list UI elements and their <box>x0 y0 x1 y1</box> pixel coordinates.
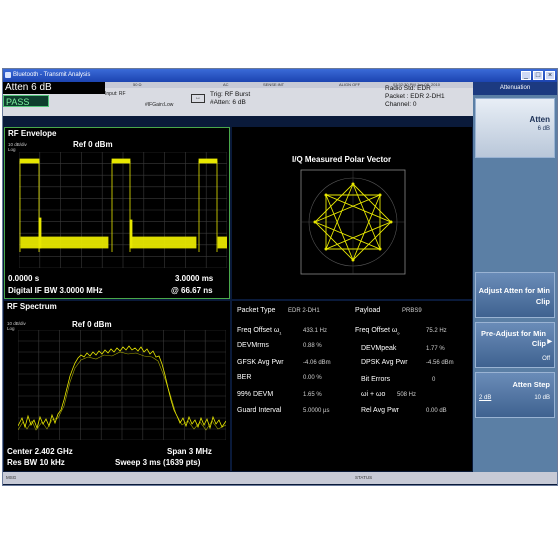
devm-peak-label: DEVMpeak <box>361 345 397 352</box>
atten-step-option-2db[interactable]: 2 dB <box>479 395 491 401</box>
ber-value: 0.00 % <box>303 375 322 381</box>
window-titlebar: Bluetooth - Transmit Analysis _ □ × <box>3 69 557 82</box>
rf-envelope-ref: Ref 0 dBm <box>73 140 113 149</box>
trigger-label: Trig: RF Burst <box>210 91 251 98</box>
rf-envelope-bw: Digital IF BW 3.0000 MHz <box>8 286 103 295</box>
devm-peak-value: 1.77 % <box>426 346 445 352</box>
exchange-icon: ↔ <box>191 94 205 103</box>
analyzer-screen: Bluetooth - Transmit Analysis _ □ × 50 Ω… <box>2 68 558 486</box>
rf-spectrum-log: Log <box>7 326 15 331</box>
rf-envelope-title: RF Envelope <box>8 129 57 138</box>
freq-offset-w0-value: 75.2 Hz <box>426 328 447 334</box>
maximize-button[interactable]: □ <box>533 71 543 80</box>
rf-envelope-panel[interactable]: RF Envelope Ref 0 dBm 10 dB/div Log 0.00… <box>4 127 230 299</box>
freq-offset-w1-label: Freq Offset ω1 <box>237 327 282 336</box>
preadjust-softkey-value: Off <box>542 356 550 362</box>
rf-envelope-grid <box>19 152 227 268</box>
sense-indicator: SENSE:INT <box>263 82 285 87</box>
atten-softkey[interactable]: Atten 6 dB <box>475 98 555 158</box>
channel-label: Channel: 0 <box>385 101 417 108</box>
dpsk-avg-pwr-label: DPSK Avg Pwr <box>361 359 408 366</box>
rel-avg-pwr-value: 0.00 dB <box>426 408 447 414</box>
ber-label: BER <box>237 374 252 381</box>
rf-spectrum-plot <box>18 330 226 440</box>
devm-rms-label: DEVMrms <box>237 342 269 349</box>
atten-softkey-value: 6 dB <box>537 126 550 132</box>
rf-spectrum-panel[interactable]: RF Spectrum Ref 0 dBm 10 dB/div Log Cent… <box>4 301 230 471</box>
devm-rms-value: 0.88 % <box>303 343 322 349</box>
radio-std-label: Radio Std: EDR <box>385 85 431 92</box>
align-indicator: ALIGN OFF <box>339 82 361 87</box>
metrics-panel[interactable]: Packet Type EDR 2-DH1 Payload PRBS9 Freq… <box>232 301 472 471</box>
rf-spectrum-span: Span 3 MHz <box>167 447 212 456</box>
preadjust-softkey-label: Pre-Adjust for Min Clip <box>481 329 546 348</box>
atten-softkey-label: Atten <box>529 115 550 124</box>
rf-spectrum-res-bw: Res BW 10 kHz <box>7 458 65 467</box>
status-label: STATUS <box>355 475 373 480</box>
coupling-indicator: AC <box>223 82 229 87</box>
rel-avg-pwr-label: Rel Avg Pwr <box>361 407 399 414</box>
polar-vector-plot <box>300 169 406 275</box>
packet-label: Packet : EDR 2-DH1 <box>385 93 445 100</box>
atten-step-option-10db[interactable]: 10 dB <box>534 395 550 401</box>
polar-vector-panel[interactable]: I/Q Measured Polar Vector <box>232 127 472 299</box>
adjust-atten-softkey[interactable]: Adjust Atten for Min Clip <box>475 272 555 318</box>
atten-setting-label: #Atten: 6 dB <box>210 99 246 106</box>
softkey-menu: Attenuation Atten 6 dB Adjust Atten for … <box>473 82 557 472</box>
rf-spectrum-grid <box>18 330 226 440</box>
status-bar: MSG STATUS <box>3 472 557 484</box>
rf-spectrum-title: RF Spectrum <box>7 302 57 311</box>
window-title: Bluetooth - Transmit Analysis <box>13 72 91 78</box>
devm-99-value: 1.65 % <box>303 392 322 398</box>
packet-type-value: EDR 2-DH1 <box>288 308 320 314</box>
payload-label: Payload <box>355 307 381 314</box>
dpsk-avg-pwr-value: -4.56 dBm <box>426 360 454 366</box>
rf-envelope-at: @ 66.67 ns <box>171 286 213 295</box>
close-button[interactable]: × <box>545 71 555 80</box>
bit-errors-label: Bit Errors <box>361 376 391 383</box>
meas-info-bar: 50 Ω AC SENSE:INT ALIGN OFF 03:32:30 PM … <box>3 82 473 116</box>
atten-step-softkey[interactable]: Atten Step 2 dB 10 dB <box>475 372 555 418</box>
input-label: Input: RF <box>105 91 126 97</box>
payload-value: PRBS9 <box>402 308 422 314</box>
freq-offset-w0-label: Freq Offset ωo <box>355 327 400 336</box>
rf-envelope-plot <box>19 152 227 268</box>
rf-spectrum-sweep: Sweep 3 ms (1639 pts) <box>115 458 201 467</box>
rf-envelope-start: 0.0000 s <box>8 274 40 283</box>
polar-vector-title: I/Q Measured Polar Vector <box>292 155 392 164</box>
preadjust-softkey[interactable]: Pre-Adjust for Min Clip ▶ Off <box>475 322 555 368</box>
bit-errors-value: 0 <box>432 377 436 383</box>
guard-interval-value: 5.0000 µs <box>303 408 330 414</box>
devm-99-label: 99% DEVM <box>237 391 274 398</box>
guard-interval-label: Guard Interval <box>237 407 282 414</box>
pass-indicator: PASS <box>3 95 49 107</box>
ifgain-label: #IFGain:Low <box>145 102 174 108</box>
gfsk-avg-pwr-label: GFSK Avg Pwr <box>237 359 284 366</box>
softkey-menu-title: Attenuation <box>473 82 557 95</box>
rf-envelope-log: Log <box>8 147 16 152</box>
wi-w0-label: ωi + ωo <box>361 391 386 398</box>
packet-type-label: Packet Type <box>237 307 276 314</box>
atten-indicator: Atten 6 dB <box>3 82 105 94</box>
rf-spectrum-ref: Ref 0 dBm <box>72 320 112 329</box>
rf-envelope-trace <box>19 158 227 252</box>
atten-step-softkey-label: Atten Step <box>512 380 551 389</box>
rf-spectrum-center: Center 2.402 GHz <box>7 447 73 456</box>
minimize-button[interactable]: _ <box>521 71 531 80</box>
impedance-indicator: 50 Ω <box>133 82 142 87</box>
submenu-arrow-icon: ▶ <box>547 339 552 345</box>
adjust-atten-softkey-label: Adjust Atten for Min Clip <box>478 286 550 306</box>
status-msg: MSG <box>6 475 17 480</box>
freq-offset-w1-value: 433.1 Hz <box>303 328 328 334</box>
app-icon <box>5 72 11 78</box>
wi-w0-value: 508 Hz <box>397 392 417 398</box>
rf-envelope-stop: 3.0000 ms <box>175 274 214 283</box>
gfsk-avg-pwr-value: -4.06 dBm <box>303 360 331 366</box>
